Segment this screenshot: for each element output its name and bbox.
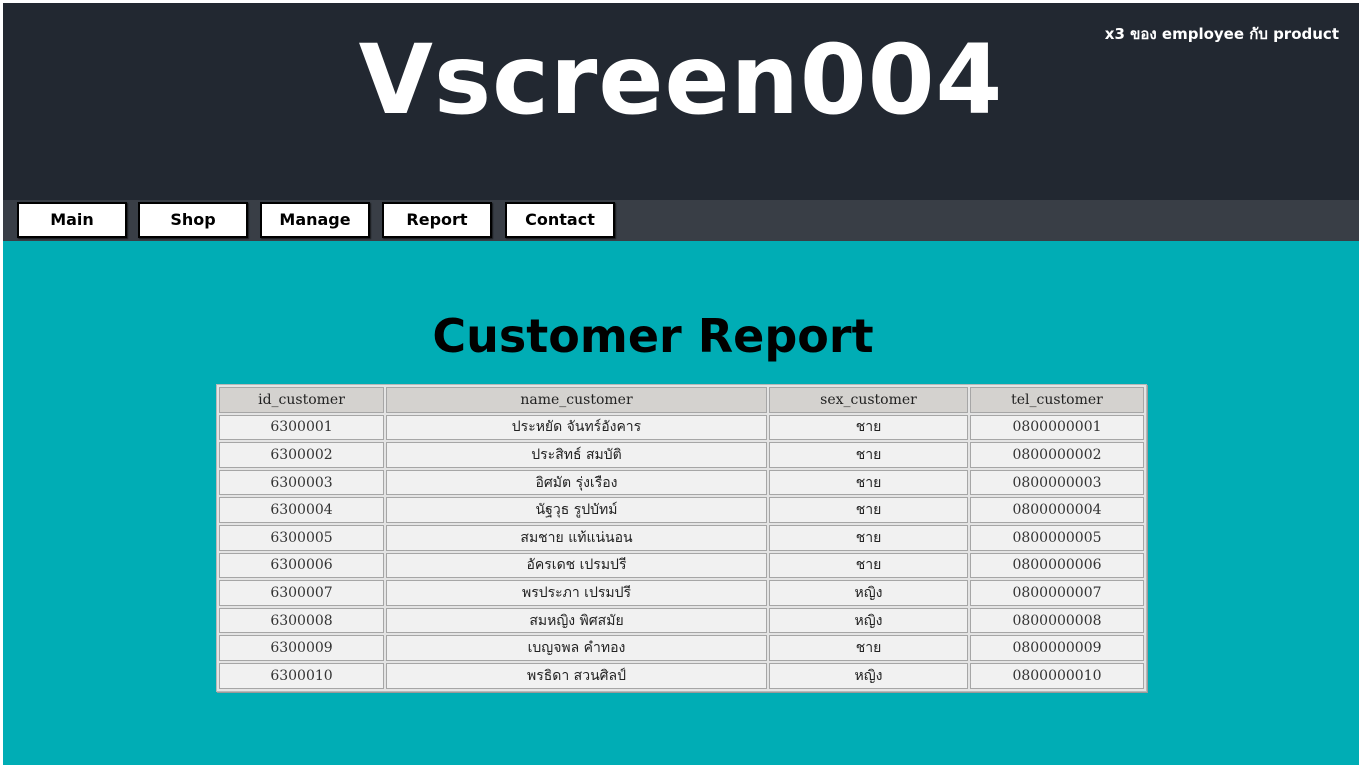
table-row: 6300005 สมชาย แท้แน่นอน ชาย 0800000005 bbox=[219, 524, 1144, 551]
cell-tel-customer: 0800000005 bbox=[970, 524, 1144, 551]
customer-report-table: id_customer name_customer sex_customer t… bbox=[216, 384, 1147, 692]
cell-sex-customer: หญิง bbox=[769, 662, 968, 689]
table-row: 6300004 นัฐวุธ รูปบัทม์ ชาย 0800000004 bbox=[219, 497, 1144, 523]
table-row: 6300008 สมหญิง พิศสมัย หญิง 0800000008 bbox=[219, 607, 1144, 634]
cell-tel-customer: 0800000003 bbox=[970, 469, 1144, 496]
cell-id-customer: 6300009 bbox=[219, 635, 384, 661]
table-row: 6300001 ประหยัด จันทร์อังคาร ชาย 0800000… bbox=[219, 414, 1144, 441]
cell-tel-customer: 0800000006 bbox=[970, 552, 1144, 579]
cell-name-customer: สมชาย แท้แน่นอน bbox=[386, 524, 767, 551]
cell-sex-customer: ชาย bbox=[769, 442, 968, 468]
header-note: x3 ของ employee กับ product bbox=[1104, 25, 1339, 43]
cell-name-customer: อัครเดช เปรมปรี bbox=[386, 552, 767, 579]
cell-sex-customer: ชาย bbox=[769, 524, 968, 551]
cell-id-customer: 6300005 bbox=[219, 524, 384, 551]
cell-tel-customer: 0800000004 bbox=[970, 497, 1144, 523]
cell-name-customer: ประสิทธ์ สมบัติ bbox=[386, 442, 767, 468]
nav-shop-button[interactable]: Shop bbox=[138, 202, 248, 238]
cell-id-customer: 6300006 bbox=[219, 552, 384, 579]
table-row: 6300003 อิศมัต รุ่งเรือง ชาย 0800000003 bbox=[219, 469, 1144, 496]
cell-sex-customer: ชาย bbox=[769, 469, 968, 496]
cell-tel-customer: 0800000002 bbox=[970, 442, 1144, 468]
cell-id-customer: 6300007 bbox=[219, 580, 384, 606]
cell-sex-customer: หญิง bbox=[769, 580, 968, 606]
table-row: 6300009 เบญจพล คำทอง ชาย 0800000009 bbox=[219, 635, 1144, 661]
column-header-id-customer: id_customer bbox=[219, 387, 384, 413]
table-row: 6300007 พรประภา เปรมปรี หญิง 0800000007 bbox=[219, 580, 1144, 606]
nav-bar: Main Shop Manage Report Contact bbox=[3, 200, 1359, 241]
column-header-tel-customer: tel_customer bbox=[970, 387, 1144, 413]
table-row: 6300002 ประสิทธ์ สมบัติ ชาย 0800000002 bbox=[219, 442, 1144, 468]
browser-viewport: Vscreen004 x3 ของ employee กับ product M… bbox=[3, 3, 1359, 765]
table-row: 6300010 พรธิดา สวนศิลป์ หญิง 0800000010 bbox=[219, 662, 1144, 689]
cell-sex-customer: ชาย bbox=[769, 635, 968, 661]
cell-name-customer: นัฐวุธ รูปบัทม์ bbox=[386, 497, 767, 523]
page-title: Customer Report bbox=[432, 309, 874, 363]
cell-id-customer: 6300003 bbox=[219, 469, 384, 496]
table-header-row: id_customer name_customer sex_customer t… bbox=[219, 387, 1144, 413]
cell-name-customer: พรธิดา สวนศิลป์ bbox=[386, 662, 767, 689]
cell-name-customer: ประหยัด จันทร์อังคาร bbox=[386, 414, 767, 441]
cell-name-customer: สมหญิง พิศสมัย bbox=[386, 607, 767, 634]
cell-tel-customer: 0800000009 bbox=[970, 635, 1144, 661]
cell-sex-customer: ชาย bbox=[769, 552, 968, 579]
cell-tel-customer: 0800000008 bbox=[970, 607, 1144, 634]
cell-sex-customer: ชาย bbox=[769, 414, 968, 441]
cell-sex-customer: หญิง bbox=[769, 607, 968, 634]
cell-name-customer: อิศมัต รุ่งเรือง bbox=[386, 469, 767, 496]
nav-main-button[interactable]: Main bbox=[17, 202, 127, 238]
cell-name-customer: เบญจพล คำทอง bbox=[386, 635, 767, 661]
column-header-name-customer: name_customer bbox=[386, 387, 767, 413]
cell-id-customer: 6300001 bbox=[219, 414, 384, 441]
column-header-sex-customer: sex_customer bbox=[769, 387, 968, 413]
nav-manage-button[interactable]: Manage bbox=[260, 202, 370, 238]
cell-id-customer: 6300002 bbox=[219, 442, 384, 468]
cell-tel-customer: 0800000007 bbox=[970, 580, 1144, 606]
cell-id-customer: 6300008 bbox=[219, 607, 384, 634]
nav-contact-button[interactable]: Contact bbox=[505, 202, 615, 238]
cell-name-customer: พรประภา เปรมปรี bbox=[386, 580, 767, 606]
table-row: 6300006 อัครเดช เปรมปรี ชาย 0800000006 bbox=[219, 552, 1144, 579]
nav-report-button[interactable]: Report bbox=[382, 202, 492, 238]
cell-tel-customer: 0800000010 bbox=[970, 662, 1144, 689]
cell-sex-customer: ชาย bbox=[769, 497, 968, 523]
site-header: Vscreen004 x3 ของ employee กับ product bbox=[3, 3, 1359, 200]
cell-id-customer: 6300004 bbox=[219, 497, 384, 523]
cell-id-customer: 6300010 bbox=[219, 662, 384, 689]
cell-tel-customer: 0800000001 bbox=[970, 414, 1144, 441]
